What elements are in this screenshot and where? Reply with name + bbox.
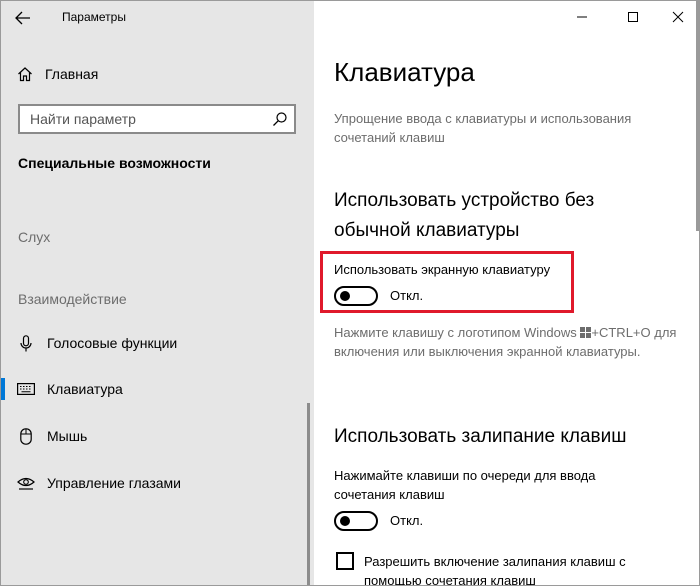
back-button[interactable] [13, 8, 33, 28]
page-title: Клавиатура [334, 57, 475, 87]
arrow-left-icon [15, 11, 30, 25]
sidebar-item-eye-control[interactable]: Управление глазами [1, 464, 314, 502]
sticky-keys-toggle[interactable] [334, 511, 378, 531]
hint-text-start: Нажмите клавишу с логотипом Windows [334, 325, 581, 340]
onscreen-keyboard-toggle-state: Откл. [390, 288, 424, 303]
search-icon[interactable] [272, 111, 288, 127]
mouse-icon [17, 427, 35, 445]
group-label-hearing: Слух [18, 229, 51, 245]
onscreen-keyboard-toggle[interactable] [334, 286, 378, 306]
sticky-keys-label: Нажимайте клавиши по очереди для ввода с… [334, 468, 596, 502]
page-description: Упрощение ввода с клавиатуры и использов… [334, 111, 632, 145]
close-button[interactable] [655, 1, 699, 33]
sticky-keys-toggle-state: Откл. [390, 513, 424, 528]
sticky-keys-shortcut-checkbox[interactable] [336, 552, 354, 570]
home-label: Главная [45, 66, 99, 82]
sidebar-scrollbar[interactable] [307, 403, 310, 585]
app-title: Параметры [62, 10, 126, 24]
home-link[interactable]: Главная [17, 63, 98, 85]
title-bar: Параметры [1, 1, 314, 33]
group-label-interaction: Взаимодействие [18, 291, 127, 307]
sidebar-item-label: Клавиатура [47, 381, 123, 397]
search-placeholder: Найти параметр [30, 111, 136, 127]
main-content: Клавиатура Упрощение ввода с клавиатуры … [314, 1, 699, 586]
sticky-keys-heading: Использовать залипание клавиш [334, 426, 627, 447]
minimize-icon [577, 16, 587, 18]
onscreen-keyboard-label: Использовать экранную клавиатуру [334, 262, 551, 277]
maximize-button[interactable] [610, 1, 656, 33]
keyboard-icon [17, 381, 35, 397]
sidebar-item-label: Голосовые функции [47, 335, 178, 351]
toggle-knob [340, 516, 350, 526]
sidebar-item-label: Управление глазами [47, 475, 181, 491]
windows-logo-icon [580, 327, 592, 338]
main-scrollbar[interactable] [696, 1, 699, 231]
sidebar-item-mouse[interactable]: Мышь [1, 417, 314, 455]
sidebar-item-keyboard[interactable]: Клавиатура [1, 370, 314, 408]
toggle-knob [340, 291, 350, 301]
onscreen-keyboard-heading: Использовать устройство без обычной клав… [334, 190, 595, 241]
minimize-button[interactable] [559, 1, 605, 33]
microphone-icon [17, 334, 35, 351]
maximize-icon [628, 12, 638, 22]
sidebar: Параметры Главная Найти параметр Специал… [1, 1, 314, 585]
sidebar-item-speech[interactable]: Голосовые функции [1, 324, 314, 362]
home-icon [18, 67, 32, 82]
settings-window: Параметры Главная Найти параметр Специал… [0, 0, 700, 586]
eye-control-icon [17, 475, 35, 491]
search-input[interactable]: Найти параметр [18, 104, 296, 134]
onscreen-keyboard-hint: Нажмите клавишу с логотипом Windows +CTR… [334, 323, 679, 361]
sidebar-item-label: Мышь [47, 428, 88, 444]
close-icon [672, 11, 684, 23]
section-title: Специальные возможности [18, 155, 211, 171]
sticky-keys-shortcut-label: Разрешить включение залипания клавиш с п… [364, 554, 626, 586]
